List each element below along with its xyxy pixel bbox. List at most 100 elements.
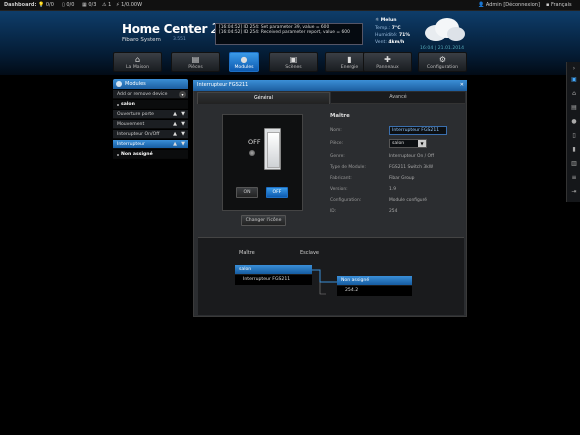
id-label: ID: [330,209,337,214]
chevron-up-icon[interactable]: ▲ [173,140,177,149]
room-label: Pièce: [330,141,344,146]
chevron-up-icon[interactable]: ▲ [173,120,177,129]
logout-icon[interactable]: ⇥ [570,188,578,196]
section-title: Maître [330,113,350,119]
chevron-down-icon[interactable]: ▼ [181,110,185,119]
language-select[interactable]: ▪ Français [546,0,572,11]
slave-room[interactable]: Non assigné [337,276,412,285]
dashboard-label: Dashboard: [4,2,37,8]
chevron-up-icon[interactable]: ▲ [173,110,177,119]
sidebar-item-interupteur-onoff[interactable]: Interupteur On/Off ▲ ▼ [113,130,188,139]
chevron-down-icon: ▼ [418,140,426,147]
windows-status[interactable]: ▦ 0/3 [82,0,96,11]
save-icon[interactable]: ▣ [570,76,578,84]
name-label: Nom: [330,128,342,133]
scenes-icon: ▣ [289,55,298,64]
sidebar-item-ouverture-porte[interactable]: Ouverture porte ▲ ▼ [113,110,188,119]
genre-value: Interrupteur On / Off [389,154,434,159]
config-value: Module configuré [389,198,427,203]
sidebar-item-mouvement[interactable]: Mouvement ▲ ▼ [113,120,188,129]
gears-icon: ⚙ [438,55,447,64]
power-status[interactable]: ⚡ 1/0.00W [116,0,142,11]
name-field[interactable]: Interrupteur FGS211 [389,126,447,135]
weather-wind: Vent: 4km/h [375,40,405,45]
indicator-dot [249,150,255,156]
datetime: 16:04 | 21.01.2014 [420,46,465,51]
user-logout-link[interactable]: 👤 Admin [Déconnexion] [478,0,540,11]
switch-state-label: OFF [248,138,261,146]
version: 3.551 [173,37,186,42]
chevron-down-icon[interactable]: ▼ [181,120,185,129]
slave-device[interactable]: 254.2 [337,286,412,296]
sidebar-header: Modules [113,79,188,89]
master-label: Maître [239,250,255,256]
off-button[interactable]: OFF [266,187,288,198]
version-label: Version: [330,187,348,192]
room-salon[interactable]: salon [113,100,188,109]
menu-panneaux[interactable]: ✚ Panneaux [363,52,412,72]
menu-la-maison[interactable]: ⌂ La Maison [113,52,162,72]
house-icon: ⌂ [134,55,141,64]
cloud-icon [425,18,465,41]
tab-avance[interactable]: Avancé [331,92,465,104]
weather-humidity: Humidité: 71% [375,33,410,38]
slave-label: Esclave [300,250,320,256]
bars-icon[interactable]: ▮ [570,146,578,154]
weather-temp: Temp.: 7°C [375,26,401,31]
room-non-assigne[interactable]: Non assigné [113,150,188,159]
brand-logo: Home Center 2 [122,22,219,37]
device-preview [222,114,303,211]
door-icon[interactable]: ▯ [570,132,578,140]
chevron-down-icon[interactable]: ▼ [181,140,185,149]
chevron-up-icon[interactable]: ▲ [173,130,177,139]
maker-value: Fibar Group [389,176,415,181]
sidebar-item-interrupteur[interactable]: Interrupteur ▲ ▼ [113,140,188,149]
menu-modules[interactable]: ● Modules [229,52,259,72]
master-device[interactable]: Interrupteur FGS211 [235,275,312,285]
lights-status[interactable]: 💡 0/0 [38,0,54,11]
type-value: FGS211 Switch 3kW [389,165,434,170]
chart-icon[interactable]: ▥ [570,160,578,168]
maker-label: Fabricant: [330,176,352,181]
add-remove-device[interactable]: Add or remove device ▾ [113,90,188,99]
id-value: 254 [389,209,398,214]
log-line: [16:04:52] ID 254: Received parameter re… [219,30,350,35]
genre-label: Genre: [330,154,345,159]
association-connector [312,269,337,295]
config-label: Configuration: [330,198,362,203]
bulb-icon: ● [240,55,248,64]
switch-icon [264,128,281,170]
collapse-icon[interactable]: › [570,65,578,73]
panels-icon: ✚ [384,55,391,64]
room-select[interactable]: salon ▼ [389,139,427,148]
home-icon[interactable]: ⌂ [570,90,578,98]
version-value: 1.9 [389,187,396,192]
bulb-icon[interactable]: ● [570,118,578,126]
on-button[interactable]: ON [236,187,258,198]
type-label: Type de Module: [330,165,366,170]
chevron-down-icon: ▾ [179,91,186,98]
modules-sidebar: Modules Add or remove device ▾ salon Ouve… [113,79,188,159]
menu-configuration[interactable]: ⚙ Configuration [418,52,467,72]
master-room[interactable]: salon [235,265,312,274]
bulb-icon [116,81,122,87]
main-menu: ⌂ La Maison ▤ Pièces ● Modules ▣ Scènes ▮ Ene… [113,52,467,72]
doors-status[interactable]: ▯ 0/0 [62,0,74,11]
menu-pieces[interactable]: ▤ Pièces [171,52,220,72]
event-log: [16:04:52] ID 254: Set parameter 39, val… [215,23,363,45]
device-icon[interactable]: ▤ [570,104,578,112]
chevron-down-icon[interactable]: ▼ [181,130,185,139]
alarm-status[interactable]: ⚠ 1 [102,0,111,11]
panel-header: Interrupteur FGS211 ✕ [193,80,467,91]
energy-icon: ▮ [347,55,352,64]
close-icon[interactable]: ✕ [460,80,464,91]
menu-scenes[interactable]: ▣ Scènes [269,52,318,72]
tab-general[interactable]: Général [197,92,330,104]
settings-icon[interactable]: ≡ [570,174,578,182]
rooms-icon: ▤ [191,55,200,64]
weather-city: ☼ Melun [375,18,397,23]
brand-subtitle: Fibaro System [122,37,161,43]
top-status-bar: Dashboard: 💡 0/0 ▯ 0/0 ▦ 0/3 ⚠ 1 ⚡ 1/0.0… [0,0,580,11]
right-toolbar: › ▣ ⌂ ▤ ● ▯ ▮ ▥ ≡ ⇥ [566,62,580,202]
change-icon-button[interactable]: Changer l'icône [241,215,286,226]
